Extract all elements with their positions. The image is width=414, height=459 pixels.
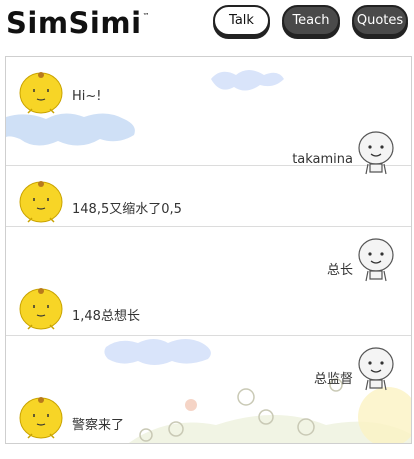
bot-message: 148,5又缩水了0,5 <box>72 202 182 217</box>
bot-message: 1,48总想长 <box>72 309 140 324</box>
user-message: 总监督 <box>313 372 353 387</box>
header: SimSimi™ Talk Teach Quotes <box>0 0 414 52</box>
white-doll-face-icon <box>358 347 394 391</box>
user-message: takamina <box>292 152 353 167</box>
teach-button[interactable]: Teach <box>282 5 340 36</box>
user-message: 总长 <box>326 263 353 278</box>
bot-message: Hi~! <box>72 89 102 104</box>
chat-log[interactable]: Hi~! takamina 148,5又缩水了0,5 总长 1,48总想长 总监… <box>5 56 412 444</box>
simsimi-yellow-face-icon <box>19 72 63 114</box>
quotes-button[interactable]: Quotes <box>352 5 408 36</box>
conversation-turn: 总长 1,48总想长 <box>6 227 411 336</box>
logo-trademark: ™ <box>142 12 151 20</box>
simsimi-yellow-face-icon <box>19 181 63 223</box>
logo-text: SimSimi <box>6 6 142 40</box>
conversation-turn: 总监督 警察来了 <box>6 336 411 443</box>
simsimi-yellow-face-icon <box>19 397 63 439</box>
bot-message: 警察来了 <box>72 418 125 433</box>
conversation-turn: takamina 148,5又缩水了0,5 <box>6 118 411 227</box>
white-doll-face-icon <box>358 131 394 175</box>
simsimi-logo[interactable]: SimSimi™ <box>6 6 150 40</box>
simsimi-yellow-face-icon <box>19 288 63 330</box>
talk-button[interactable]: Talk <box>213 5 270 36</box>
white-doll-face-icon <box>358 238 394 282</box>
